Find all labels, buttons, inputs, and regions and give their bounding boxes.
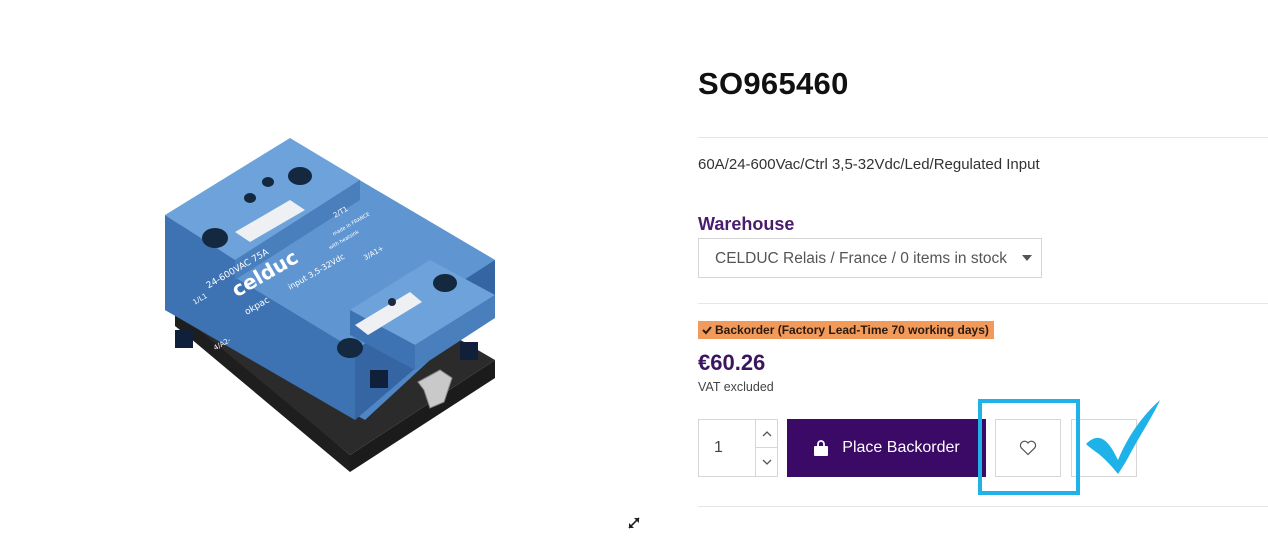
quantity-stepper — [698, 419, 778, 477]
divider — [698, 303, 1268, 304]
quantity-increase-button[interactable] — [755, 420, 777, 448]
expand-icon[interactable] — [624, 513, 644, 533]
product-image[interactable]: celduc okpac input 3,5-32Vdc 24-600VAC 7… — [140, 120, 520, 500]
heart-icon — [1019, 440, 1037, 456]
place-backorder-label: Place Backorder — [842, 439, 960, 456]
compare-button[interactable] — [1071, 419, 1137, 477]
product-title: SO965460 — [698, 66, 849, 101]
warehouse-select[interactable]: CELDUC Relais / France / 0 items in stoc… — [698, 238, 1042, 278]
chevron-up-icon — [762, 430, 771, 436]
product-description: 60A/24-600Vac/Ctrl 3,5-32Vdc/Led/Regulat… — [698, 156, 1040, 173]
vat-note: VAT excluded — [698, 380, 774, 394]
quantity-decrease-button[interactable] — [755, 448, 777, 476]
check-icon — [702, 326, 712, 335]
quantity-input[interactable] — [699, 420, 755, 476]
warehouse-selected-value: CELDUC Relais / France / 0 items in stoc… — [715, 250, 1008, 267]
price: €60.26 — [698, 350, 766, 375]
add-to-wishlist-button[interactable] — [995, 419, 1061, 477]
shopping-bag-icon — [814, 439, 829, 456]
divider — [698, 137, 1268, 138]
chevron-down-icon — [1022, 255, 1032, 261]
chevron-down-icon — [762, 459, 771, 465]
status-badge-label: Backorder (Factory Lead-Time 70 working … — [715, 323, 989, 337]
place-backorder-button[interactable]: Place Backorder — [787, 419, 986, 477]
warehouse-label: Warehouse — [698, 214, 795, 234]
divider — [698, 506, 1268, 507]
status-badge: Backorder (Factory Lead-Time 70 working … — [698, 321, 994, 339]
